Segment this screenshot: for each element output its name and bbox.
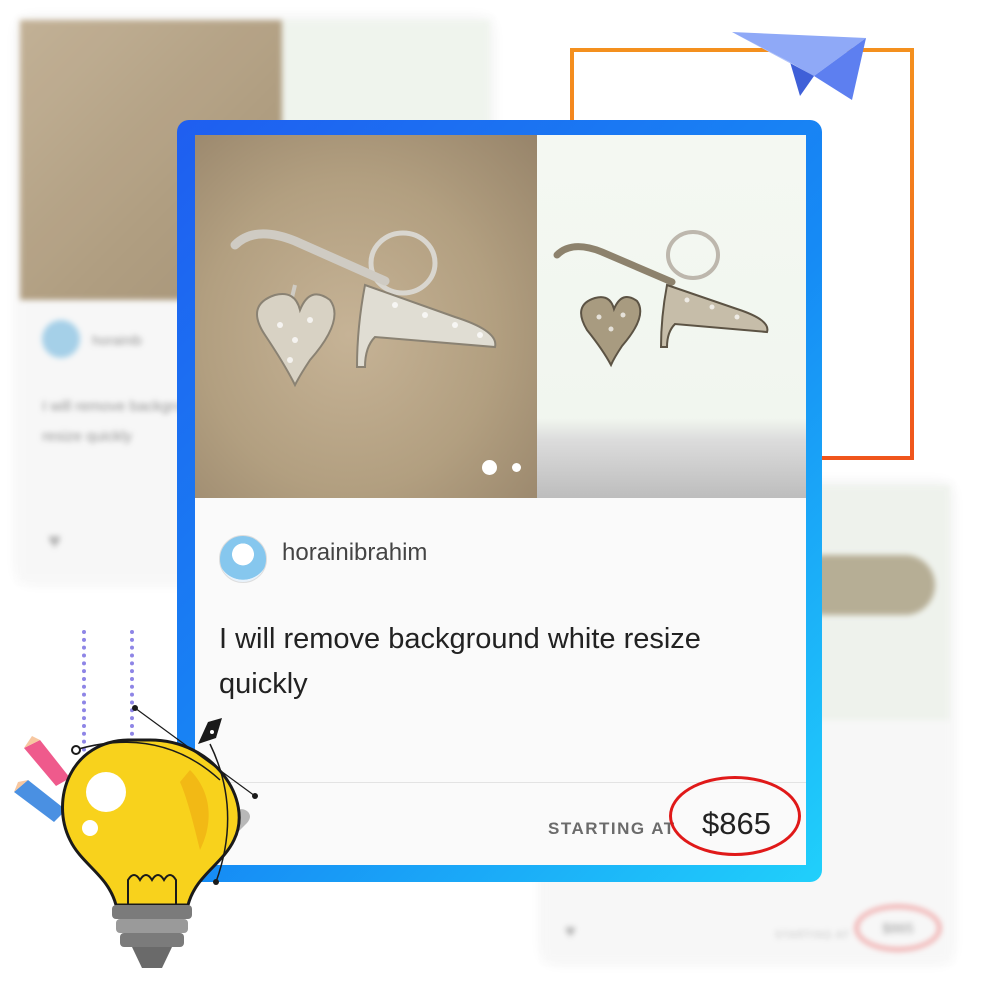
background-price: $865	[855, 905, 941, 951]
keychain-cutout-illustration	[553, 230, 769, 368]
background-avatar	[42, 320, 80, 358]
seller-avatar[interactable]	[219, 535, 267, 583]
gig-image-after[interactable]	[537, 135, 806, 498]
seller-username[interactable]: horainibrahim	[282, 539, 427, 567]
gig-card[interactable]: horainibrahim I will remove background w…	[195, 135, 806, 865]
background-seller-name: horainib	[92, 332, 142, 348]
lightbulb-icon	[14, 705, 258, 968]
keychain-photo-illustration	[230, 229, 497, 388]
carousel-dot-active[interactable]	[482, 460, 497, 475]
gig-title[interactable]: I will remove background white resize qu…	[219, 617, 779, 707]
price-highlight-circle	[669, 776, 801, 856]
background-heart-icon: ♥	[565, 921, 576, 941]
background-starting-label: STARTING AT	[775, 930, 850, 941]
paper-plane-icon	[732, 32, 866, 100]
gig-image-before[interactable]	[195, 135, 537, 498]
background-heart-icon: ♥	[48, 528, 62, 553]
carousel-dot[interactable]	[512, 463, 521, 472]
starting-at-label: STARTING AT	[548, 819, 676, 838]
